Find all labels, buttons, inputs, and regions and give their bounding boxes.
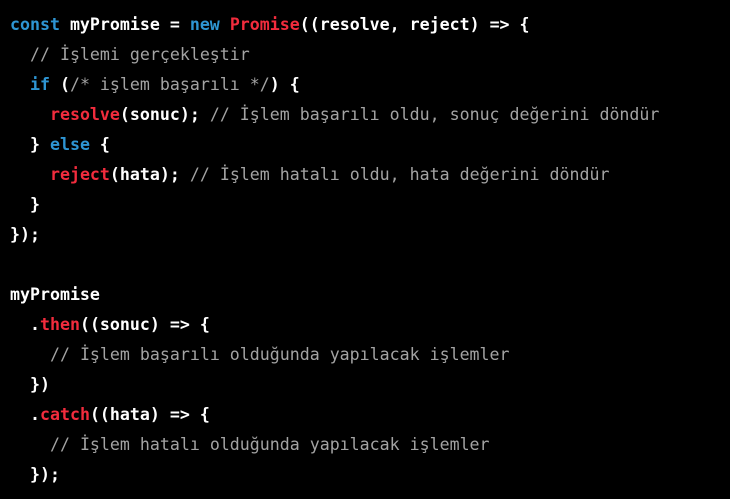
code-line: // İşlemi gerçekleştir [10, 40, 730, 70]
code-line: reject(hata); // İşlem hatalı oldu, hata… [10, 160, 730, 190]
code-token-plain: { [89, 135, 110, 154]
code-token-fn: then [39, 315, 80, 334]
code-line: }) [10, 370, 730, 400]
code-line: if (/* işlem başarılı */) { [10, 70, 730, 100]
code-line: } else { [10, 130, 730, 160]
code-line: resolve(sonuc); // İşlem başarılı oldu, … [10, 100, 730, 130]
code-line: // İşlem başarılı olduğunda yapılacak iş… [10, 340, 730, 370]
code-token-keyword: new [189, 15, 220, 34]
code-block[interactable]: const myPromise = new Promise((resolve, … [0, 0, 730, 499]
code-token-plain: myPromise [10, 285, 100, 304]
code-token-comment: // İşlem hatalı oldu, hata değerini dönd… [189, 165, 610, 184]
code-token-comment: // İşlemi gerçekleştir [29, 45, 250, 64]
code-token-plain: . [10, 315, 40, 334]
code-token-comment: // İşlem başarılı olduğunda yapılacak iş… [49, 345, 510, 364]
code-line: const myPromise = new Promise((resolve, … [10, 10, 730, 40]
code-token-plain: }); [10, 465, 60, 484]
code-token-fn: catch [39, 405, 90, 424]
code-token-plain: . [10, 405, 40, 424]
code-token-plain: ((sonuc) => { [79, 315, 210, 334]
code-line: } [10, 190, 730, 220]
code-line: .then((sonuc) => { [10, 310, 730, 340]
code-token-comment: /* işlem başarılı */ [69, 75, 270, 94]
code-token-plain: }); [10, 225, 40, 244]
code-line: }); [10, 220, 730, 250]
code-line: }); [10, 460, 730, 490]
code-token-plain: } [10, 195, 40, 214]
code-token-plain: ( [49, 75, 70, 94]
code-line: .catch((hata) => { [10, 400, 730, 430]
code-token-plain: ((resolve, reject) => { [299, 15, 530, 34]
code-token-keyword: const [10, 15, 60, 34]
code-line: myPromise [10, 280, 730, 310]
code-token-comment: // İşlem hatalı olduğunda yapılacak işle… [49, 435, 490, 454]
code-token-plain: ((hata) => { [89, 405, 210, 424]
code-line: // İşlem hatalı olduğunda yapılacak işle… [10, 430, 730, 460]
code-token-fn: reject [49, 165, 110, 184]
code-token-plain: }) [10, 375, 50, 394]
code-token-plain: } [10, 135, 50, 154]
code-token-plain: (hata); [109, 165, 190, 184]
code-token-plain: (sonuc); [119, 105, 210, 124]
code-token-plain: ) { [269, 75, 300, 94]
code-token-keyword: else [49, 135, 90, 154]
code-token-keyword: if [29, 75, 50, 94]
code-token-fn: resolve [49, 105, 120, 124]
code-token-class: Promise [229, 15, 300, 34]
code-token-plain: myPromise = [59, 15, 190, 34]
code-token-comment: // İşlem başarılı oldu, sonuç değerini d… [209, 105, 660, 124]
